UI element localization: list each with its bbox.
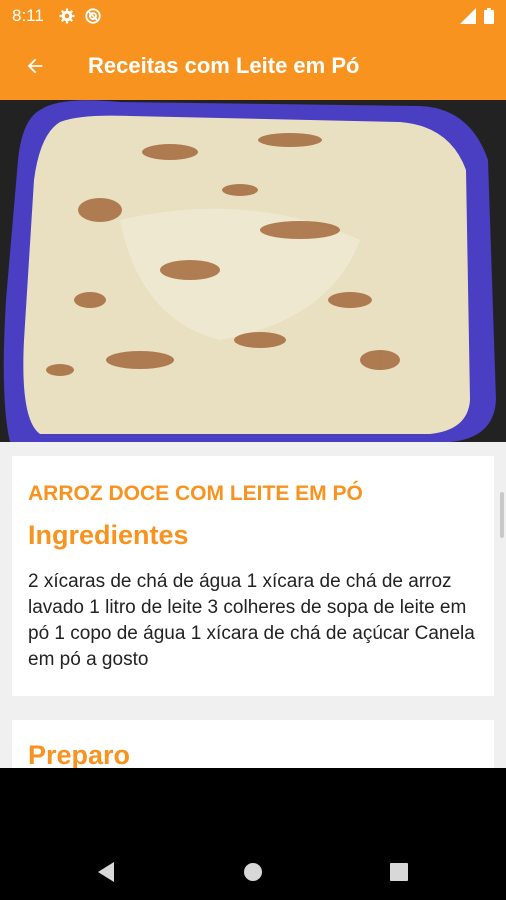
nav-home-icon: [244, 863, 262, 881]
status-bar: 8:11: [0, 0, 506, 32]
signal-icon: [460, 8, 476, 24]
nav-home-button[interactable]: [235, 854, 271, 890]
settings-icon: [59, 8, 75, 24]
nav-back-button[interactable]: [88, 854, 124, 890]
sync-icon: [85, 8, 101, 24]
nav-recents-icon: [390, 863, 408, 881]
back-arrow-icon: [27, 58, 43, 74]
battery-icon: [484, 8, 494, 24]
recipe-title: ARROZ DOCE COM LEITE EM PÓ: [28, 482, 363, 505]
nav-recents-button[interactable]: [381, 854, 417, 890]
navigation-bar: [0, 768, 506, 900]
ingredients-heading: Ingredientes: [28, 520, 189, 550]
recipe-image: [0, 100, 506, 442]
preparation-card: Preparo: [12, 720, 494, 768]
app-bar: Receitas com Leite em Pó: [0, 32, 506, 100]
status-time: 8:11: [12, 6, 44, 25]
back-button[interactable]: [0, 32, 70, 100]
recipe-content[interactable]: ARROZ DOCE COM LEITE EM PÓ Ingredientes …: [0, 100, 506, 768]
nav-back-icon: [98, 862, 114, 882]
ingredients-text: 2 xícaras de chá de água 1 xícara de chá…: [28, 571, 475, 670]
ingredients-card: ARROZ DOCE COM LEITE EM PÓ Ingredientes …: [12, 456, 494, 696]
preparation-heading: Preparo: [28, 740, 131, 768]
page-title: Receitas com Leite em Pó: [88, 53, 360, 78]
scrollbar[interactable]: [500, 492, 504, 538]
